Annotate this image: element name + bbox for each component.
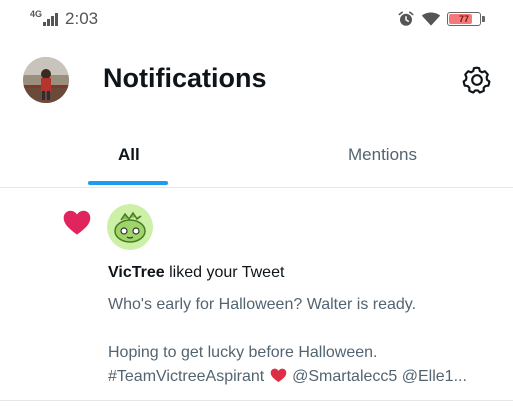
status-left: 4G 2:03 [30,9,98,29]
status-right: 77 [397,10,485,28]
header: Notifications [0,50,513,110]
actor-name[interactable]: VicTree [108,264,165,281]
tweet-preview: Who's early for Halloween? Walter is rea… [108,293,498,389]
tab-bar: All Mentions [0,130,513,188]
active-tab-indicator [88,181,168,185]
tab-mentions[interactable]: Mentions [256,130,513,187]
gear-icon [462,66,491,94]
tweet-line: #TeamVictreeAspirant @Smartalecc5 @Elle1… [108,365,498,389]
tab-all[interactable]: All [0,130,256,187]
tweet-line: Hoping to get lucky before Halloween. [108,344,378,361]
network-type: 4G [30,9,43,19]
red-heart-emoji-icon [270,368,286,383]
battery-tip [482,16,485,22]
status-time: 2:03 [65,9,99,28]
battery-level: 77 [458,14,469,24]
hashtag: #TeamVictreeAspirant [108,368,265,385]
battery-icon: 77 [447,12,481,26]
notification-item[interactable]: VicTree liked your Tweet Who's early for… [0,188,513,400]
tab-mentions-label: Mentions [348,145,417,164]
heart-icon [63,210,91,235]
tweet-line: Who's early for Halloween? Walter is rea… [108,296,417,313]
tab-all-label: All [118,145,140,164]
notification-text: VicTree liked your Tweet [108,264,284,282]
divider [0,400,513,401]
mentions-text: @Smartalecc5 @Elle1... [292,368,467,385]
profile-avatar[interactable] [23,57,69,103]
wifi-icon [421,12,441,26]
actor-avatar[interactable] [107,204,153,250]
signal-icon [43,12,59,26]
page-title: Notifications [103,63,267,93]
settings-button[interactable] [461,64,493,96]
alarm-icon [398,11,414,26]
notification-action: liked your Tweet [164,264,285,281]
status-bar: 4G 2:03 77 [0,0,513,40]
